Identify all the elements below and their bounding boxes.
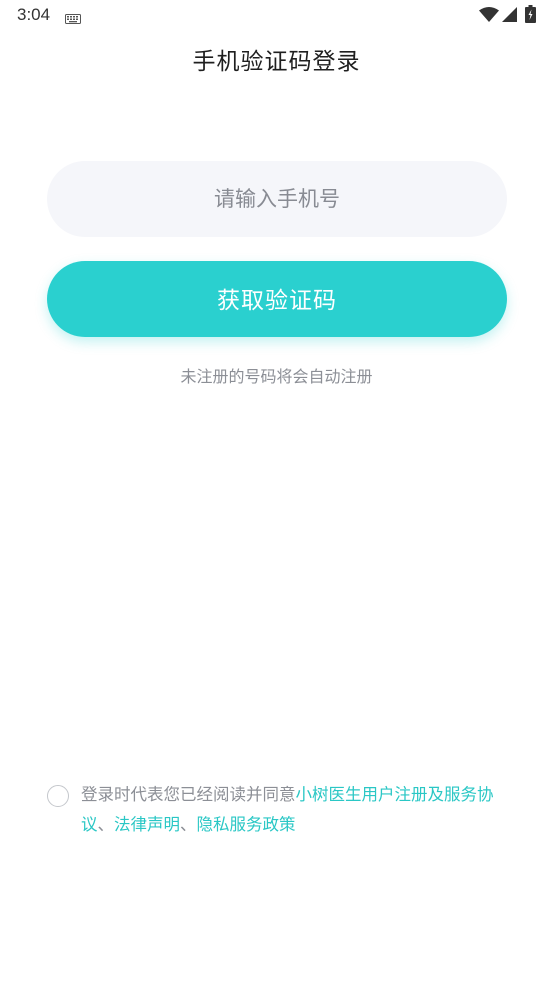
agree-checkbox[interactable] — [47, 785, 69, 807]
agreement-prefix: 登录时代表您已经阅读并同意 — [81, 785, 296, 804]
agreement-separator: 、 — [97, 815, 115, 834]
phone-input[interactable] — [47, 161, 507, 237]
register-hint: 未注册的号码将会自动注册 — [180, 367, 373, 386]
battery-icon — [525, 5, 536, 23]
privacy-policy-link[interactable]: 隐私服务政策 — [197, 815, 296, 834]
page-title: 手机验证码登录 — [192, 49, 361, 75]
agreement-separator: 、 — [180, 815, 197, 834]
agreement-text: 登录时代表您已经阅读并同意小树医生用户注册及服务协议、法律声明、隐私服务政策 — [81, 780, 506, 840]
keyboard-icon — [65, 9, 81, 24]
signal-icon — [502, 7, 517, 22]
status-time: 3:04 — [17, 5, 51, 24]
status-bar: 3:04 — [0, 0, 553, 30]
wifi-icon — [479, 7, 499, 22]
legal-statement-link[interactable]: 法律声明 — [114, 815, 180, 834]
get-code-button[interactable]: 获取验证码 — [47, 261, 507, 337]
